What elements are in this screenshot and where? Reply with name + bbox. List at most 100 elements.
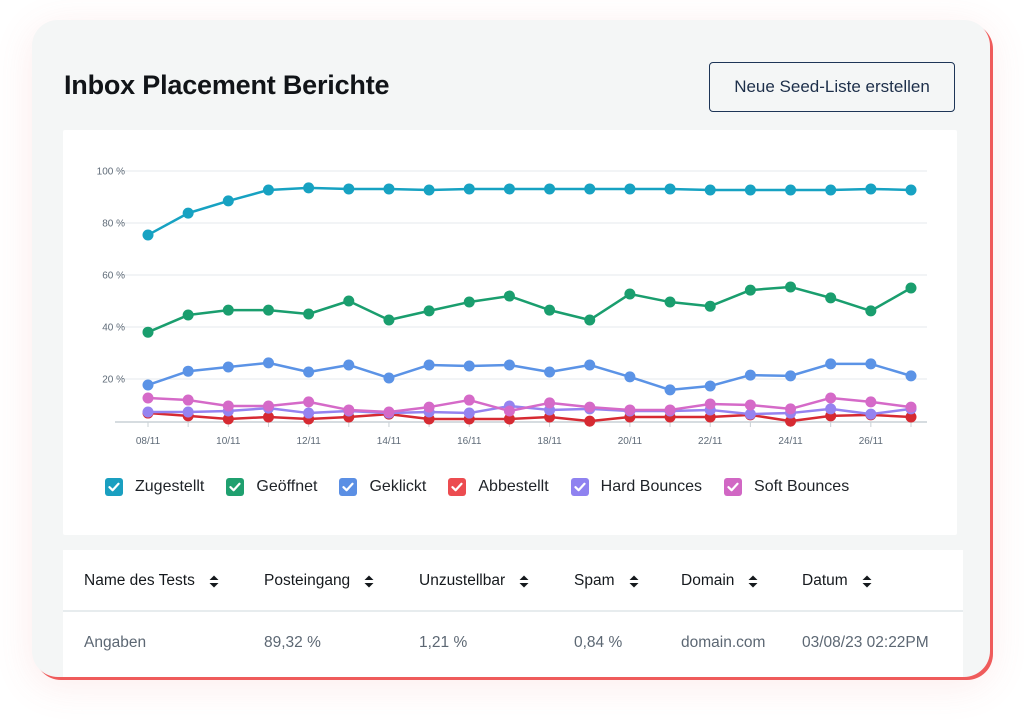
x-tick-label: 08/11 (136, 436, 161, 447)
series-line-abbestellt (147, 411, 912, 423)
data-point-ge-ffnet (704, 300, 716, 312)
legend-label: Soft Bounces (754, 478, 850, 495)
x-tick-label: 12/11 (296, 436, 321, 447)
data-point-ge-ffnet (303, 308, 315, 320)
data-point-zugestellt (825, 184, 837, 196)
legend-checkbox[interactable] (339, 478, 358, 496)
column-header-name-des-tests[interactable]: Name des Tests (84, 572, 219, 590)
chart-panel: 20 % 40 % 60 % 80 % 100 % 08/11 10/11 12/11 14/1… (63, 130, 957, 535)
column-header-domain[interactable]: Domain (681, 572, 758, 590)
checkmark-icon (108, 482, 120, 492)
data-point-geklickt (624, 371, 636, 383)
checkmark-icon (451, 482, 463, 492)
data-point-soft-bounces (544, 397, 556, 409)
column-header-datum[interactable]: Datum (802, 572, 872, 590)
data-point-ge-ffnet (544, 304, 556, 316)
x-tick-label: 18/11 (537, 436, 562, 447)
data-point-zugestellt (423, 184, 435, 196)
table-header: Name des Tests Posteingang Unzustellbar Spa… (63, 550, 963, 612)
data-point-geklickt (423, 359, 435, 371)
column-header-label: Unzustellbar (419, 572, 506, 589)
legend-checkbox[interactable] (226, 478, 245, 496)
data-point-ge-ffnet (584, 314, 596, 326)
data-point-ge-ffnet (785, 281, 797, 293)
sort-icon[interactable] (209, 575, 219, 588)
table-row[interactable]: Angaben 89,32 % 1,21 % 0,84 % domain.com 03/0… (63, 612, 963, 676)
data-point-soft-bounces (825, 392, 837, 404)
column-header-label: Name des Tests (84, 572, 195, 589)
data-point-ge-ffnet (222, 304, 234, 316)
page-title: Inbox Placement Berichte (64, 70, 390, 100)
data-point-zugestellt (343, 183, 355, 195)
data-point-zugestellt (383, 183, 395, 195)
data-point-ge-ffnet (825, 292, 837, 304)
data-point-zugestellt (182, 207, 194, 219)
new-seed-list-button[interactable]: Neue Seed-Liste erstellen (709, 62, 955, 112)
data-point-geklickt (142, 379, 154, 391)
y-tick-label: 80 % (102, 219, 125, 230)
series-line-geklickt (147, 361, 912, 392)
sort-icon[interactable] (364, 575, 374, 588)
x-tick-label: 20/11 (618, 436, 643, 447)
data-point-ge-ffnet (423, 305, 435, 317)
data-point-soft-bounces (142, 392, 154, 404)
legend-item-abbestellt[interactable]: Abbestellt (448, 478, 549, 496)
x-tick-label: 22/11 (698, 436, 723, 447)
sort-icon[interactable] (629, 575, 639, 588)
legend-checkbox[interactable] (724, 478, 743, 496)
series-line-zugestellt (147, 186, 912, 237)
column-header-posteingang[interactable]: Posteingang (264, 572, 374, 590)
data-point-ge-ffnet (182, 309, 194, 321)
x-tick-label: 10/11 (216, 436, 241, 447)
data-point-hard-bounces (142, 406, 154, 418)
data-point-geklickt (463, 360, 475, 372)
test-results-table: Name des Tests Posteingang Unzustellbar Spa… (63, 550, 963, 677)
series-line-ge-ffnet (147, 285, 912, 334)
data-point-ge-ffnet (624, 288, 636, 300)
data-point-geklickt (785, 370, 797, 382)
data-point-zugestellt (664, 183, 676, 195)
y-tick-label: 20 % (102, 375, 125, 386)
data-point-ge-ffnet (865, 305, 877, 317)
data-point-zugestellt (785, 184, 797, 196)
series-zugestellt (142, 182, 917, 241)
data-point-ge-ffnet (503, 290, 515, 302)
data-point-soft-bounces (343, 404, 355, 416)
sort-icon[interactable] (519, 575, 529, 588)
cell-posteingang: 89,32 % (264, 634, 321, 651)
cell-domain: domain.com (681, 634, 766, 651)
data-point-hard-bounces (825, 403, 837, 415)
legend-item-hard-bounces[interactable]: Hard Bounces (570, 478, 703, 496)
data-point-hard-bounces (182, 406, 194, 418)
data-point-hard-bounces (463, 407, 475, 419)
legend-item-soft-bounces[interactable]: Soft Bounces (724, 478, 849, 496)
legend-item-zugestellt[interactable]: Zugestellt (105, 478, 204, 496)
legend-item-ge-ffnet[interactable]: Geöffnet (226, 478, 317, 496)
legend-checkbox[interactable] (570, 478, 589, 496)
legend-label: Hard Bounces (600, 478, 703, 495)
x-tick-label: 24/11 (778, 436, 803, 447)
column-header-label: Spam (574, 572, 615, 589)
column-header-label: Domain (681, 572, 735, 589)
data-point-soft-bounces (463, 394, 475, 406)
data-point-zugestellt (704, 184, 716, 196)
legend-checkbox[interactable] (448, 478, 467, 496)
legend-label: Geöffnet (256, 478, 318, 495)
data-point-geklickt (744, 369, 756, 381)
checkmark-icon (574, 482, 586, 492)
column-header-unzustellbar[interactable]: Unzustellbar (419, 572, 529, 590)
data-point-zugestellt (865, 183, 877, 195)
data-point-geklickt (303, 366, 315, 378)
data-point-soft-bounces (744, 399, 756, 411)
data-point-geklickt (383, 372, 395, 384)
y-tick-label: 100 % (97, 167, 125, 178)
column-header-spam[interactable]: Spam (574, 572, 639, 590)
data-point-soft-bounces (664, 404, 676, 416)
legend-item-geklickt[interactable]: Geklickt (339, 478, 426, 496)
data-point-soft-bounces (303, 396, 315, 408)
data-point-zugestellt (744, 184, 756, 196)
series-line-soft-bounces (147, 396, 912, 414)
sort-icon[interactable] (862, 575, 872, 588)
legend-checkbox[interactable] (105, 478, 123, 496)
sort-icon[interactable] (748, 575, 758, 588)
